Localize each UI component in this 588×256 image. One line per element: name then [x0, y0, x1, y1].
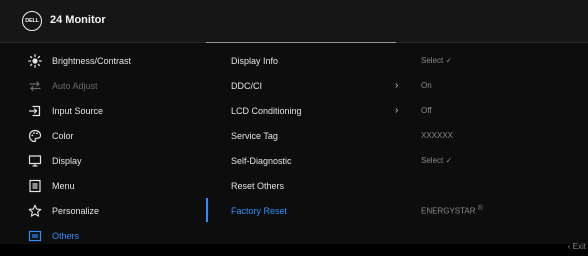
energystar-label: ENERGYSTAR ® — [421, 205, 483, 216]
menu-item-others[interactable]: Others — [0, 223, 206, 248]
value-display-info-text: Select ✓ — [421, 56, 453, 65]
registered-mark: ® — [477, 205, 483, 213]
active-item-indicator — [206, 198, 208, 222]
others-icon — [28, 229, 42, 243]
chevron-right-icon: › — [395, 105, 399, 116]
values-column: Select ✓ On Off XXXXXX Select ✓ ENERGYST… — [421, 48, 581, 223]
value-service-tag-text: XXXXXX — [421, 131, 454, 140]
input-source-icon — [28, 104, 42, 118]
brightness-icon — [28, 53, 42, 68]
menu-label-auto-adjust: Auto Adjust — [52, 80, 98, 91]
submenu-item-display-info[interactable]: Display Info — [231, 48, 411, 73]
osd-panel: DELL 24 Monitor Brightness/Contrast Auto… — [0, 0, 588, 244]
dell-logo: DELL — [22, 11, 42, 31]
main-menu: Brightness/Contrast Auto Adjust Input So… — [0, 48, 206, 248]
value-ddc-ci-text: On — [421, 81, 432, 90]
submenu-label-self-diagnostic: Self-Diagnostic — [231, 155, 292, 166]
value-factory-reset: ENERGYSTAR ® — [421, 198, 581, 223]
exit-button[interactable]: ‹ Exit — [568, 242, 586, 251]
value-reset-others — [421, 173, 581, 198]
submenu-label-reset-others: Reset Others — [231, 180, 285, 191]
submenu-label-factory-reset: Factory Reset — [231, 205, 288, 216]
value-self-diagnostic[interactable]: Select ✓ — [421, 148, 581, 173]
submenu-item-self-diagnostic[interactable]: Self-Diagnostic — [231, 148, 411, 173]
chevron-right-icon: › — [395, 80, 399, 91]
menu-item-display[interactable]: Display — [0, 148, 206, 173]
value-self-diagnostic-text: Select ✓ — [421, 156, 453, 165]
submenu-label-display-info: Display Info — [231, 55, 279, 66]
color-palette-icon — [28, 129, 42, 143]
submenu-label-ddc-ci: DDC/CI — [231, 80, 262, 91]
monitor-title: 24 Monitor — [50, 14, 106, 26]
auto-adjust-icon — [28, 79, 42, 93]
menu-label-others: Others — [52, 230, 80, 241]
menu-item-personalize[interactable]: Personalize — [0, 198, 206, 223]
menu-label-personalize: Personalize — [52, 205, 100, 216]
submenu-item-factory-reset[interactable]: Factory Reset — [231, 198, 411, 223]
header-highlight — [206, 42, 396, 43]
menu-item-color[interactable]: Color — [0, 123, 206, 148]
submenu-item-ddc-ci[interactable]: DDC/CI › — [231, 73, 411, 98]
others-submenu: Display Info DDC/CI › LCD Conditioning ›… — [231, 48, 411, 223]
value-ddc-ci: On — [421, 73, 581, 98]
star-icon — [28, 204, 42, 218]
value-display-info[interactable]: Select ✓ — [421, 48, 581, 73]
submenu-label-service-tag: Service Tag — [231, 130, 278, 141]
value-lcd-conditioning: Off — [421, 98, 581, 123]
submenu-item-reset-others[interactable]: Reset Others — [231, 173, 411, 198]
menu-item-auto-adjust[interactable]: Auto Adjust — [0, 73, 206, 98]
menu-label-menu: Menu — [52, 180, 75, 191]
menu-item-input-source[interactable]: Input Source — [0, 98, 206, 123]
menu-item-brightness-contrast[interactable]: Brightness/Contrast — [0, 48, 206, 73]
energystar-text: ENERGYSTAR — [421, 206, 476, 216]
osd-header: DELL 24 Monitor — [0, 0, 588, 42]
display-icon — [28, 154, 42, 168]
submenu-item-lcd-conditioning[interactable]: LCD Conditioning › — [231, 98, 411, 123]
submenu-label-lcd-conditioning: LCD Conditioning — [231, 105, 302, 116]
menu-icon — [28, 179, 42, 193]
submenu-item-service-tag[interactable]: Service Tag — [231, 123, 411, 148]
menu-label-color: Color — [52, 130, 74, 141]
menu-item-menu[interactable]: Menu — [0, 173, 206, 198]
menu-label-display: Display — [52, 155, 82, 166]
value-service-tag: XXXXXX — [421, 123, 581, 148]
value-lcd-conditioning-text: Off — [421, 106, 432, 115]
menu-label-brightness-contrast: Brightness/Contrast — [52, 55, 132, 66]
menu-label-input-source: Input Source — [52, 105, 104, 116]
